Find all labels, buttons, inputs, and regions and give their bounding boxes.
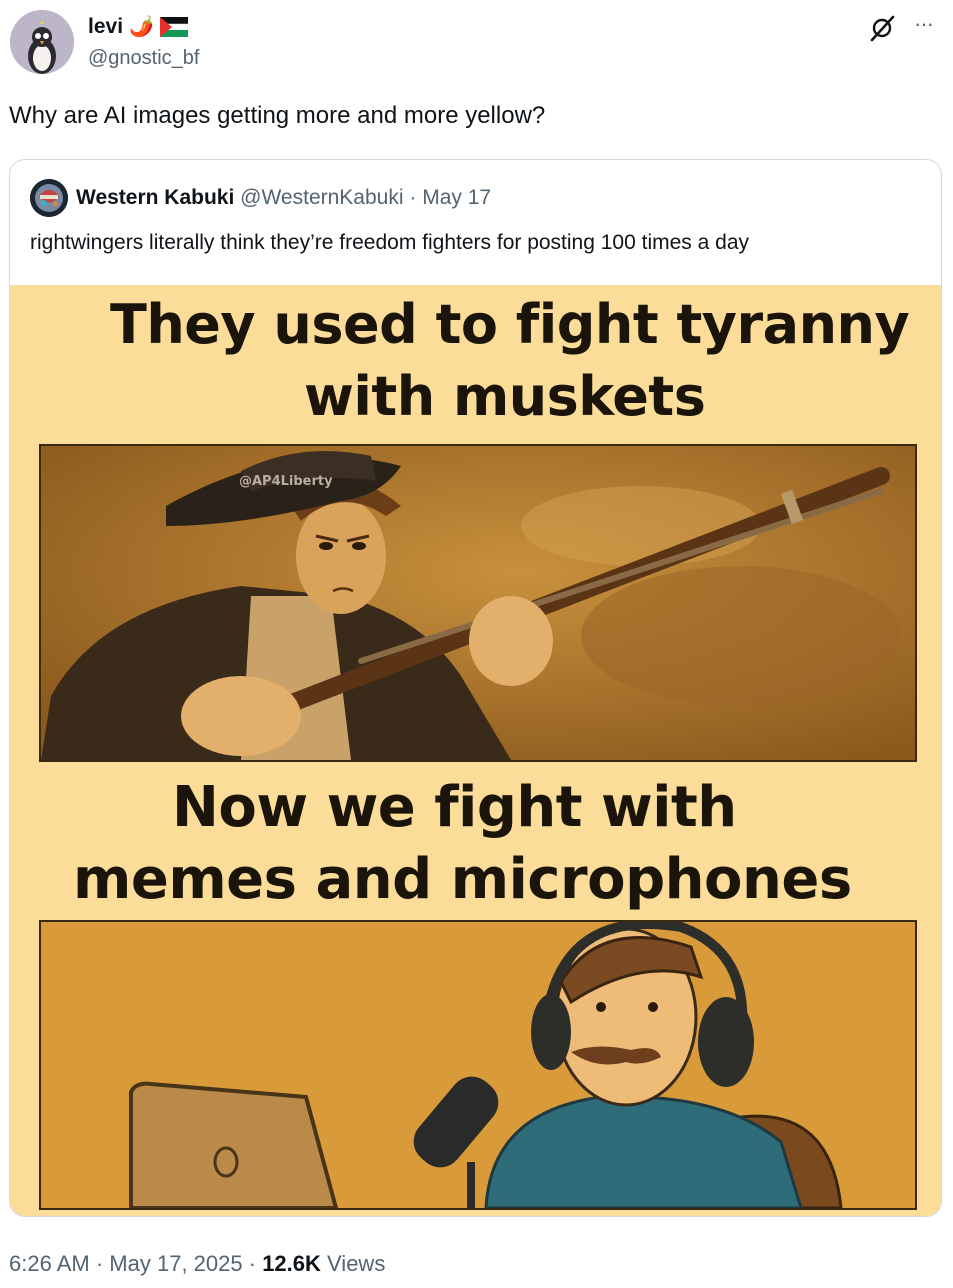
meme-caption-line-4: memes and microphones xyxy=(73,847,852,912)
author-name-row[interactable]: levi 🌶️ xyxy=(88,14,188,39)
tweet-footer: 6:26 AM · May 17, 2025 · 12.6K Views xyxy=(9,1251,385,1277)
tweet-time[interactable]: 6:26 AM xyxy=(9,1251,90,1276)
quoted-handle[interactable]: @WesternKabuki xyxy=(240,186,403,209)
views-count[interactable]: 12.6K xyxy=(262,1251,321,1276)
author-avatar[interactable] xyxy=(10,10,74,74)
quoted-display-name[interactable]: Western Kabuki xyxy=(76,186,234,209)
meme-caption-line-2: with muskets xyxy=(304,365,706,428)
footer-separator: · xyxy=(95,1251,104,1276)
quoted-date[interactable]: May 17 xyxy=(422,186,491,209)
meme-panel-podcaster xyxy=(39,920,917,1210)
author-display-name[interactable]: levi xyxy=(88,15,123,39)
more-icon[interactable]: ··· xyxy=(914,13,940,42)
quoted-media-image[interactable]: They used to fight tyranny with muskets xyxy=(10,285,941,1216)
grok-icon[interactable] xyxy=(868,14,896,42)
author-handle[interactable]: @gnostic_bf xyxy=(88,47,199,70)
quoted-header: Western Kabuki @WesternKabuki · May 17 xyxy=(76,186,491,210)
quoted-tweet-card[interactable]: Western Kabuki @WesternKabuki · May 17 r… xyxy=(9,159,942,1217)
views-label: Views xyxy=(327,1251,386,1276)
meme-caption-line-3: Now we fight with xyxy=(172,775,737,840)
chili-pepper-icon: 🌶️ xyxy=(129,16,154,38)
meme-panel-colonial-soldier: @AP4Liberty xyxy=(39,444,917,762)
penguin-avatar-image xyxy=(10,10,74,74)
meme-caption-line-1: They used to fight tyranny xyxy=(110,293,910,356)
podcaster-illustration xyxy=(41,922,915,1208)
quoted-author-avatar[interactable] xyxy=(30,179,68,217)
meme-watermark: @AP4Liberty xyxy=(239,474,333,489)
kabuki-mask-avatar-image xyxy=(30,179,68,217)
colonial-soldier-illustration xyxy=(41,446,915,760)
quoted-separator: · xyxy=(409,186,417,209)
palestine-flag-icon xyxy=(159,16,188,37)
quoted-tweet-text: rightwingers literally think they’re fre… xyxy=(30,231,750,254)
tweet-date[interactable]: May 17, 2025 xyxy=(109,1251,242,1276)
tweet-text: Why are AI images getting more and more … xyxy=(9,102,546,129)
footer-separator: · xyxy=(248,1251,257,1276)
